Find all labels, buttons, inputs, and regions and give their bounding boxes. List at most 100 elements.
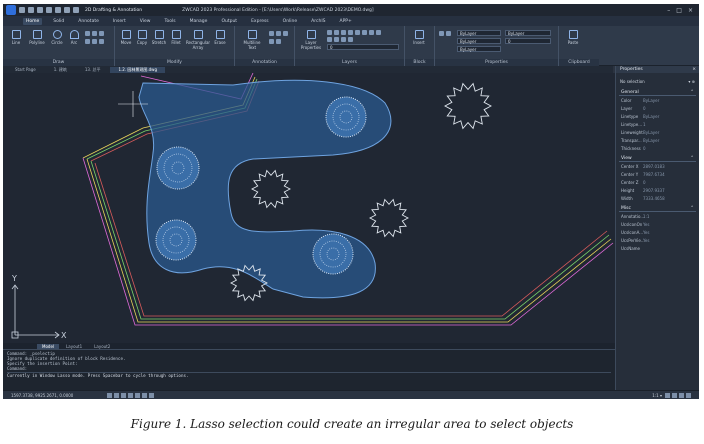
snap-toggle-icon[interactable]: [114, 392, 119, 398]
doc-tab-active[interactable]: 1.2. 园林景观图.dwg: [110, 66, 165, 73]
collapse-icon[interactable]: ⌃: [690, 156, 694, 161]
save-icon[interactable]: [37, 7, 43, 13]
layer-properties-tool[interactable]: Layer Properties: [299, 30, 323, 50]
property-row[interactable]: Thickness 0: [619, 144, 696, 152]
transparency-select[interactable]: 0: [505, 38, 551, 44]
save-as-icon[interactable]: [46, 7, 52, 13]
otrack-toggle-icon[interactable]: [142, 392, 147, 398]
move-tool[interactable]: Move: [119, 30, 133, 45]
workspace-icon[interactable]: [665, 392, 670, 398]
spline-icon[interactable]: [99, 31, 104, 36]
annotation-scale[interactable]: 1:1 ▾: [652, 393, 662, 398]
property-row[interactable]: UcsPerVie... Yes: [619, 236, 696, 244]
tab-model[interactable]: Model: [37, 343, 60, 349]
print-icon[interactable]: [55, 7, 61, 13]
current-layer-select[interactable]: 0: [327, 44, 399, 50]
command-window[interactable]: Command: _pselectip Ignore duplicate def…: [3, 349, 615, 390]
drawing-canvas[interactable]: X Y: [3, 72, 615, 343]
minimize-button[interactable]: –: [667, 7, 670, 14]
property-row[interactable]: UcsIconA... Yes: [619, 228, 696, 236]
property-row[interactable]: Transpar... ByLayer: [619, 136, 696, 144]
property-row[interactable]: Lineweight ByLayer: [619, 128, 696, 136]
close-icon[interactable]: ×: [692, 66, 696, 73]
maximize-button[interactable]: □: [676, 7, 682, 14]
rectangular-array-tool[interactable]: Rectangular Array: [185, 30, 211, 50]
leader-icon[interactable]: [276, 31, 281, 36]
property-value[interactable]: ByLayer: [643, 130, 659, 135]
list-icon[interactable]: [446, 31, 451, 36]
tab-layout1[interactable]: Layout1: [61, 344, 87, 349]
plot-style-select[interactable]: ByLayer: [505, 30, 551, 36]
property-value[interactable]: 2897.0183: [643, 164, 665, 169]
arc-tool[interactable]: Arc: [67, 30, 81, 45]
layer-lock-icon[interactable]: [341, 30, 346, 35]
color-select[interactable]: ByLayer: [457, 30, 501, 36]
property-row[interactable]: Center Y 7987.6734: [619, 170, 696, 178]
doc-tab-2[interactable]: 13. 总平: [77, 67, 109, 73]
tab-insert[interactable]: Insert: [110, 18, 129, 25]
polar-toggle-icon[interactable]: [128, 392, 133, 398]
tab-output[interactable]: Output: [218, 18, 240, 25]
layer-isolate-icon[interactable]: [348, 30, 353, 35]
ellipse-icon[interactable]: [85, 39, 90, 44]
property-value[interactable]: 1: [643, 122, 646, 127]
property-value[interactable]: Yes: [643, 238, 649, 243]
property-value[interactable]: 1:1: [643, 214, 649, 219]
collapse-icon[interactable]: ⌃: [690, 206, 694, 211]
region-icon[interactable]: [92, 39, 97, 44]
table-icon[interactable]: [283, 31, 288, 36]
tab-layout2[interactable]: Layout2: [89, 344, 115, 349]
style-icon[interactable]: [269, 39, 274, 44]
lineweight-toggle-icon[interactable]: [149, 392, 154, 398]
tab-view[interactable]: View: [137, 18, 154, 25]
command-input[interactable]: Currently in Window Lasso mode. Press Sp…: [7, 372, 611, 378]
property-value[interactable]: Yes: [643, 230, 649, 235]
property-row[interactable]: Layer 0: [619, 104, 696, 112]
layer-walk-icon[interactable]: [369, 30, 374, 35]
tab-manage[interactable]: Manage: [187, 18, 211, 25]
tab-tools[interactable]: Tools: [161, 18, 178, 25]
layer-thaw-icon[interactable]: [334, 37, 339, 42]
layer-freeze-icon[interactable]: [334, 30, 339, 35]
copy-tool[interactable]: Copy: [135, 30, 149, 45]
property-value[interactable]: 0: [643, 180, 646, 185]
property-row[interactable]: UcsName: [619, 244, 696, 252]
layer-unisolate-icon[interactable]: [348, 37, 353, 42]
open-icon[interactable]: [28, 7, 34, 13]
lock-icon[interactable]: [672, 392, 677, 398]
property-value[interactable]: ByLayer: [643, 138, 659, 143]
hatch-icon[interactable]: [92, 31, 97, 36]
layer-off-icon[interactable]: [327, 37, 332, 42]
property-row[interactable]: Height 2907.9337: [619, 186, 696, 194]
selection-dropdown[interactable]: No selection ▾ ⊕: [620, 76, 695, 86]
tab-archis[interactable]: ArchIS: [308, 18, 328, 25]
layer-merge-icon[interactable]: [376, 30, 381, 35]
property-row[interactable]: Center Z 0: [619, 178, 696, 186]
property-row[interactable]: Color ByLayer: [619, 96, 696, 104]
point-icon[interactable]: [99, 39, 104, 44]
property-value[interactable]: 0: [643, 106, 646, 111]
fillet-tool[interactable]: Fillet: [169, 30, 183, 45]
layer-on-icon[interactable]: [327, 30, 332, 35]
fullscreen-icon[interactable]: [679, 392, 684, 398]
property-row[interactable]: UcsIconOn Yes: [619, 220, 696, 228]
layer-match-icon[interactable]: [355, 30, 360, 35]
property-value[interactable]: 0: [643, 146, 646, 151]
property-value[interactable]: ByLayer: [643, 98, 659, 103]
app-logo-icon[interactable]: [6, 5, 16, 15]
property-row[interactable]: Linetype... 1: [619, 120, 696, 128]
undo-icon[interactable]: [64, 7, 70, 13]
property-row[interactable]: Width 7333.4658: [619, 194, 696, 202]
grid-toggle-icon[interactable]: [107, 392, 112, 398]
redo-icon[interactable]: [73, 7, 79, 13]
mark-icon[interactable]: [276, 39, 281, 44]
property-row[interactable]: Linetype ByLayer: [619, 112, 696, 120]
layer-previous-icon[interactable]: [362, 30, 367, 35]
property-value[interactable]: Yes: [643, 222, 649, 227]
dimension-icon[interactable]: [269, 31, 274, 36]
multiline-text-tool[interactable]: Multiline Text: [239, 30, 265, 50]
close-button[interactable]: ×: [688, 7, 693, 14]
property-value[interactable]: 7987.6734: [643, 172, 665, 177]
property-row[interactable]: Center X 2897.0183: [619, 162, 696, 170]
polyline-tool[interactable]: Polyline: [27, 30, 47, 45]
